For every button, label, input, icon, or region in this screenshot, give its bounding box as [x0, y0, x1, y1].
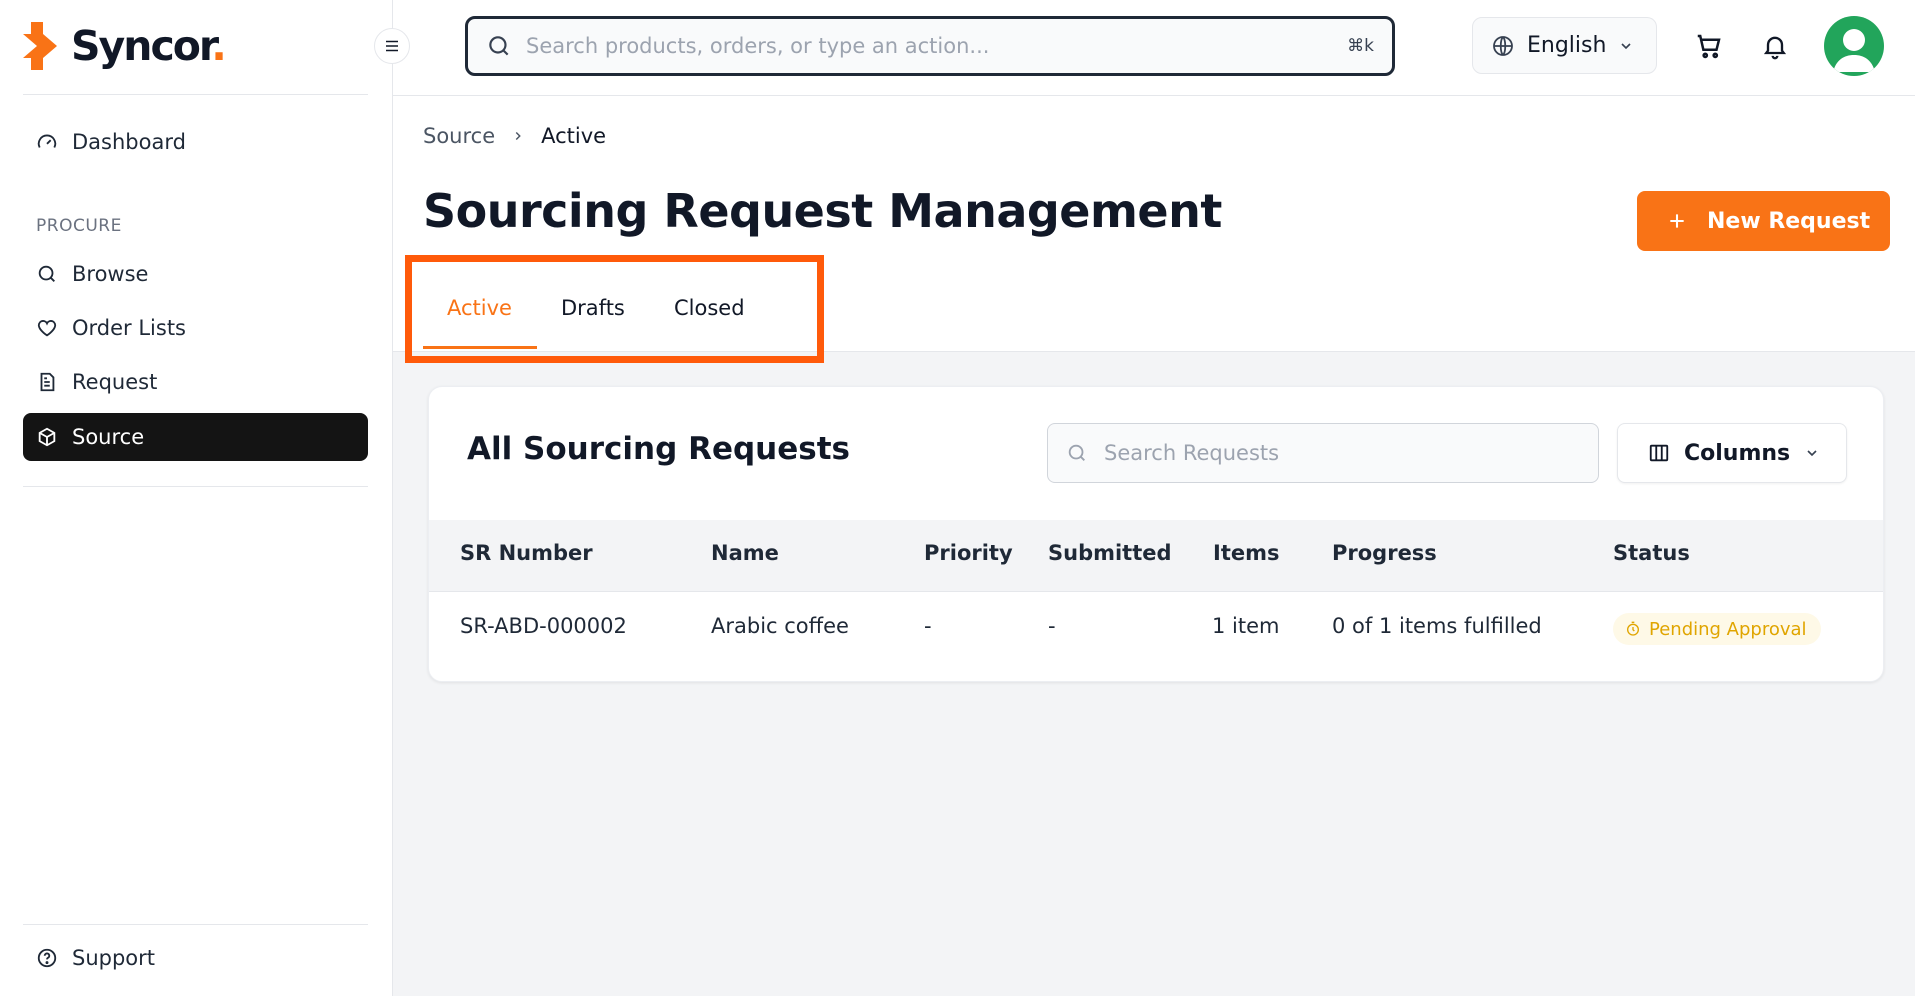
globe-icon	[1493, 35, 1513, 56]
column-header-items[interactable]: Items	[1213, 541, 1279, 565]
bell-icon	[1763, 36, 1787, 60]
sidebar-item-dashboard[interactable]: Dashboard	[23, 118, 368, 166]
sidebar-section-procure: PROCURE	[36, 216, 122, 236]
user-icon	[1833, 29, 1875, 72]
sidebar-divider	[23, 94, 368, 95]
cell-name: Arabic coffee	[711, 614, 849, 638]
sidebar-item-source[interactable]: Source	[23, 413, 368, 461]
sidebar-item-order-lists[interactable]: Order Lists	[23, 304, 368, 352]
cube-icon	[38, 427, 56, 447]
syncor-logo-icon	[23, 22, 57, 70]
column-header-sr-number[interactable]: SR Number	[460, 541, 593, 565]
sidebar-item-label: Order Lists	[72, 316, 187, 340]
cell-progress: 0 of 1 items fulfilled	[1332, 614, 1542, 638]
sidebar-item-request[interactable]: Request	[23, 358, 368, 406]
cell-sr-number: SR-ABD-000002	[460, 614, 627, 638]
columns-icon	[1649, 444, 1669, 462]
brand-logo[interactable]: Syncor.	[23, 20, 227, 72]
sidebar-item-label: Dashboard	[72, 130, 186, 154]
sidebar-item-label: Support	[72, 946, 156, 970]
active-tab-indicator	[423, 346, 537, 349]
column-header-name[interactable]: Name	[711, 541, 779, 565]
column-header-status[interactable]: Status	[1613, 541, 1690, 565]
sidebar-item-browse[interactable]: Browse	[23, 250, 368, 298]
sidebar-toggle-button[interactable]	[374, 28, 410, 64]
chevron-down-icon	[1621, 42, 1632, 49]
column-header-progress[interactable]: Progress	[1332, 541, 1437, 565]
columns-label: Columns	[1684, 440, 1791, 466]
sidebar-item-label: Request	[72, 370, 158, 394]
brand-name: Syncor.	[71, 22, 227, 70]
column-header-priority[interactable]: Priority	[924, 541, 1013, 565]
cell-items: 1 item	[1212, 614, 1280, 638]
cell-priority: -	[924, 614, 932, 638]
cell-submitted: -	[1048, 614, 1056, 638]
page-header: Source Active Sourcing Request Managemen…	[393, 96, 1915, 363]
chevron-down-icon	[1807, 450, 1817, 457]
new-request-button[interactable]: New Request	[1637, 191, 1890, 251]
document-icon	[40, 372, 55, 392]
tab-closed[interactable]: Closed	[674, 296, 745, 320]
top-bar: Search products, orders, or type an acti…	[393, 0, 1915, 96]
search-placeholder: Search products, orders, or type an acti…	[526, 34, 990, 58]
cart-icon	[1697, 34, 1721, 59]
requests-search-placeholder: Search Requests	[1104, 441, 1280, 465]
plus-icon	[1670, 214, 1684, 228]
search-icon	[38, 265, 55, 282]
tab-active[interactable]: Active	[447, 296, 512, 320]
cart-button[interactable]	[1689, 26, 1729, 66]
breadcrumb-link-source[interactable]: Source	[423, 124, 495, 148]
menu-icon	[386, 40, 398, 52]
chevron-right-icon	[515, 131, 521, 141]
requests-search-input[interactable]: Search Requests	[1047, 423, 1599, 483]
page-title: Sourcing Request Management	[423, 184, 1222, 238]
sourcing-requests-card: All Sourcing Requests Search Requests Co…	[428, 386, 1884, 682]
notifications-button[interactable]	[1755, 26, 1795, 66]
breadcrumb-current: Active	[541, 124, 607, 148]
sidebar-item-support[interactable]: Support	[23, 934, 368, 982]
sidebar-item-label: Source	[72, 425, 145, 449]
global-search-input[interactable]: Search products, orders, or type an acti…	[465, 16, 1395, 76]
card-title: All Sourcing Requests	[467, 431, 850, 467]
language-select[interactable]: English	[1472, 17, 1657, 74]
breadcrumb: Source Active	[423, 124, 606, 148]
language-label: English	[1527, 33, 1607, 58]
sidebar-item-label: Browse	[72, 262, 149, 286]
timer-icon	[1627, 621, 1639, 636]
column-header-submitted[interactable]: Submitted	[1048, 541, 1172, 565]
sidebar: Syncor. Dashboard PROCURE Browse Order L…	[0, 0, 393, 996]
search-icon	[489, 36, 509, 56]
new-request-label: New Request	[1707, 208, 1871, 234]
search-shortcut: ⌘k	[1347, 36, 1374, 56]
search-icon	[1068, 444, 1085, 461]
heart-icon	[37, 320, 57, 337]
sidebar-divider	[23, 924, 368, 925]
status-badge: Pending Approval	[1613, 613, 1821, 645]
user-avatar[interactable]	[1824, 16, 1884, 76]
table-header: SR Number Name Priority Submitted Items …	[429, 520, 1883, 592]
gauge-icon	[37, 134, 57, 148]
help-circle-icon	[37, 948, 57, 968]
status-label: Pending Approval	[1649, 618, 1807, 640]
columns-button[interactable]: Columns	[1617, 423, 1847, 483]
sidebar-divider	[23, 486, 368, 487]
table-row[interactable]: SR-ABD-000002 Arabic coffee - - 1 item 0…	[429, 592, 1883, 664]
tab-drafts[interactable]: Drafts	[561, 296, 625, 320]
